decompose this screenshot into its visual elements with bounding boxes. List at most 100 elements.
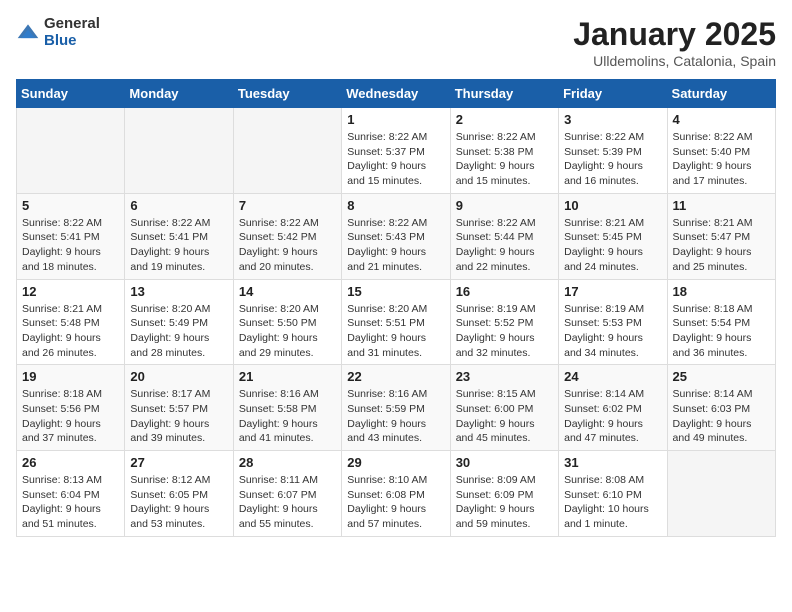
calendar-cell xyxy=(667,451,775,537)
day-number: 19 xyxy=(22,369,119,384)
calendar-cell: 31 Sunrise: 8:08 AMSunset: 6:10 PMDayligh… xyxy=(559,451,667,537)
calendar-cell: 29Sunrise: 8:10 AMSunset: 6:08 PMDayligh… xyxy=(342,451,450,537)
calendar-cell: 20 Sunrise: 8:17 AMSunset: 5:57 PMDayligh… xyxy=(125,365,233,451)
day-number: 20 xyxy=(130,369,227,384)
calendar-cell: 6 Sunrise: 8:22 AMSunset: 5:41 PMDaylight… xyxy=(125,193,233,279)
day-number: 13 xyxy=(130,284,227,299)
calendar-cell: 23Sunrise: 8:15 AMSunset: 6:00 PMDayligh… xyxy=(450,365,558,451)
calendar-cell: 18 Sunrise: 8:18 AMSunset: 5:54 PMDayligh… xyxy=(667,279,775,365)
calendar-cell: 3 Sunrise: 8:22 AMSunset: 5:39 PMDaylight… xyxy=(559,108,667,194)
calendar-cell xyxy=(125,108,233,194)
day-number: 16 xyxy=(456,284,553,299)
calendar-header-row: SundayMondayTuesdayWednesdayThursdayFrid… xyxy=(17,80,776,108)
day-info: Sunrise: 8:12 AMSunset: 6:05 PMDaylight:… xyxy=(130,473,227,532)
day-info: Sunrise: 8:09 AMSunset: 6:09 PMDaylight:… xyxy=(456,473,553,532)
calendar-cell: 22 Sunrise: 8:16 AMSunset: 5:59 PMDayligh… xyxy=(342,365,450,451)
calendar-cell: 8 Sunrise: 8:22 AMSunset: 5:43 PMDaylight… xyxy=(342,193,450,279)
page-header: General Blue January 2025 Ulldemolins, C… xyxy=(16,16,776,69)
calendar-cell: 2Sunrise: 8:22 AMSunset: 5:38 PMDaylight… xyxy=(450,108,558,194)
location-text: Ulldemolins, Catalonia, Spain xyxy=(573,53,776,69)
day-number: 7 xyxy=(239,198,336,213)
calendar-cell xyxy=(233,108,341,194)
calendar-cell xyxy=(17,108,125,194)
day-number: 25 xyxy=(673,369,770,384)
day-info: Sunrise: 8:17 AMSunset: 5:57 PMDaylight:… xyxy=(130,387,227,446)
day-number: 30 xyxy=(456,455,553,470)
day-info: Sunrise: 8:16 AMSunset: 5:58 PMDaylight:… xyxy=(239,387,336,446)
day-number: 6 xyxy=(130,198,227,213)
calendar-cell: 4 Sunrise: 8:22 AMSunset: 5:40 PMDaylight… xyxy=(667,108,775,194)
logo-blue-text: Blue xyxy=(44,33,100,50)
calendar-cell: 14 Sunrise: 8:20 AMSunset: 5:50 PMDayligh… xyxy=(233,279,341,365)
day-of-week-header: Tuesday xyxy=(233,80,341,108)
day-number: 29 xyxy=(347,455,444,470)
day-number: 24 xyxy=(564,369,661,384)
title-area: January 2025 Ulldemolins, Catalonia, Spa… xyxy=(573,16,776,69)
calendar-cell: 25 Sunrise: 8:14 AMSunset: 6:03 PMDayligh… xyxy=(667,365,775,451)
logo-icon xyxy=(16,21,40,45)
day-info: Sunrise: 8:14 AMSunset: 6:03 PMDaylight:… xyxy=(673,387,770,446)
calendar-cell: 24 Sunrise: 8:14 AMSunset: 6:02 PMDayligh… xyxy=(559,365,667,451)
day-info: Sunrise: 8:22 AMSunset: 5:40 PMDaylight:… xyxy=(673,130,770,189)
day-of-week-header: Monday xyxy=(125,80,233,108)
day-number: 31 xyxy=(564,455,661,470)
calendar-cell: 19 Sunrise: 8:18 AMSunset: 5:56 PMDayligh… xyxy=(17,365,125,451)
day-info: Sunrise: 8:18 AMSunset: 5:54 PMDaylight:… xyxy=(673,302,770,361)
day-info: Sunrise: 8:13 AMSunset: 6:04 PMDaylight:… xyxy=(22,473,119,532)
day-of-week-header: Friday xyxy=(559,80,667,108)
calendar-cell: 16Sunrise: 8:19 AMSunset: 5:52 PMDayligh… xyxy=(450,279,558,365)
day-info: Sunrise: 8:22 AMSunset: 5:44 PMDaylight:… xyxy=(456,216,553,275)
day-info: Sunrise: 8:21 AMSunset: 5:48 PMDaylight:… xyxy=(22,302,119,361)
day-number: 21 xyxy=(239,369,336,384)
day-info: Sunrise: 8:20 AMSunset: 5:50 PMDaylight:… xyxy=(239,302,336,361)
day-info: Sunrise: 8:22 AMSunset: 5:38 PMDaylight:… xyxy=(456,130,553,189)
day-info: Sunrise: 8:20 AMSunset: 5:49 PMDaylight:… xyxy=(130,302,227,361)
day-number: 22 xyxy=(347,369,444,384)
calendar-week-row: 26 Sunrise: 8:13 AMSunset: 6:04 PMDayligh… xyxy=(17,451,776,537)
month-title: January 2025 xyxy=(573,16,776,53)
day-number: 1 xyxy=(347,112,444,127)
day-of-week-header: Wednesday xyxy=(342,80,450,108)
day-info: Sunrise: 8:22 AMSunset: 5:41 PMDaylight:… xyxy=(22,216,119,275)
calendar-cell: 9 Sunrise: 8:22 AMSunset: 5:44 PMDaylight… xyxy=(450,193,558,279)
day-info: Sunrise: 8:18 AMSunset: 5:56 PMDaylight:… xyxy=(22,387,119,446)
day-number: 12 xyxy=(22,284,119,299)
calendar-cell: 1 Sunrise: 8:22 AMSunset: 5:37 PMDaylight… xyxy=(342,108,450,194)
calendar-cell: 13 Sunrise: 8:20 AMSunset: 5:49 PMDayligh… xyxy=(125,279,233,365)
day-number: 18 xyxy=(673,284,770,299)
calendar-week-row: 19 Sunrise: 8:18 AMSunset: 5:56 PMDayligh… xyxy=(17,365,776,451)
day-info: Sunrise: 8:22 AMSunset: 5:41 PMDaylight:… xyxy=(130,216,227,275)
day-number: 28 xyxy=(239,455,336,470)
calendar-table: SundayMondayTuesdayWednesdayThursdayFrid… xyxy=(16,79,776,537)
logo-general-text: General xyxy=(44,16,100,33)
day-number: 27 xyxy=(130,455,227,470)
day-info: Sunrise: 8:20 AMSunset: 5:51 PMDaylight:… xyxy=(347,302,444,361)
day-info: Sunrise: 8:14 AMSunset: 6:02 PMDaylight:… xyxy=(564,387,661,446)
day-info: Sunrise: 8:08 AMSunset: 6:10 PMDaylight:… xyxy=(564,473,661,532)
day-number: 3 xyxy=(564,112,661,127)
calendar-week-row: 1 Sunrise: 8:22 AMSunset: 5:37 PMDaylight… xyxy=(17,108,776,194)
logo-text: General Blue xyxy=(44,16,100,49)
day-info: Sunrise: 8:22 AMSunset: 5:42 PMDaylight:… xyxy=(239,216,336,275)
day-number: 26 xyxy=(22,455,119,470)
day-number: 14 xyxy=(239,284,336,299)
day-number: 11 xyxy=(673,198,770,213)
calendar-cell: 12 Sunrise: 8:21 AMSunset: 5:48 PMDayligh… xyxy=(17,279,125,365)
day-info: Sunrise: 8:21 AMSunset: 5:47 PMDaylight:… xyxy=(673,216,770,275)
day-info: Sunrise: 8:22 AMSunset: 5:37 PMDaylight:… xyxy=(347,130,444,189)
calendar-cell: 17Sunrise: 8:19 AMSunset: 5:53 PMDayligh… xyxy=(559,279,667,365)
calendar-cell: 21 Sunrise: 8:16 AMSunset: 5:58 PMDayligh… xyxy=(233,365,341,451)
day-number: 9 xyxy=(456,198,553,213)
day-info: Sunrise: 8:16 AMSunset: 5:59 PMDaylight:… xyxy=(347,387,444,446)
day-number: 4 xyxy=(673,112,770,127)
calendar-week-row: 12 Sunrise: 8:21 AMSunset: 5:48 PMDayligh… xyxy=(17,279,776,365)
day-number: 8 xyxy=(347,198,444,213)
calendar-cell: 5Sunrise: 8:22 AMSunset: 5:41 PMDaylight… xyxy=(17,193,125,279)
calendar-cell: 27 Sunrise: 8:12 AMSunset: 6:05 PMDayligh… xyxy=(125,451,233,537)
day-number: 23 xyxy=(456,369,553,384)
day-info: Sunrise: 8:22 AMSunset: 5:43 PMDaylight:… xyxy=(347,216,444,275)
day-number: 17 xyxy=(564,284,661,299)
day-info: Sunrise: 8:22 AMSunset: 5:39 PMDaylight:… xyxy=(564,130,661,189)
calendar-cell: 30 Sunrise: 8:09 AMSunset: 6:09 PMDayligh… xyxy=(450,451,558,537)
calendar-cell: 28Sunrise: 8:11 AMSunset: 6:07 PMDayligh… xyxy=(233,451,341,537)
